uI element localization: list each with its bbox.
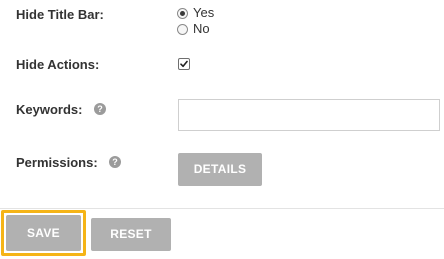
keywords-help-icon[interactable]: ? <box>94 103 106 115</box>
permissions-help-icon[interactable]: ? <box>109 156 121 168</box>
hide-actions-label: Hide Actions: <box>16 57 100 72</box>
keywords-label: Keywords: <box>16 102 83 117</box>
details-button[interactable]: DETAILS <box>178 153 262 186</box>
radio-no-label[interactable]: No <box>193 22 210 36</box>
checkmark-icon <box>180 60 188 68</box>
permissions-label: Permissions: <box>16 155 98 170</box>
hide-title-bar-label: Hide Title Bar: <box>16 7 104 22</box>
hide-title-bar-no-option[interactable]: No <box>177 22 210 36</box>
keywords-input[interactable] <box>178 99 440 131</box>
save-button[interactable]: SAVE <box>6 215 81 251</box>
hide-title-bar-yes-option[interactable]: Yes <box>177 6 214 20</box>
reset-button[interactable]: RESET <box>91 218 171 251</box>
radio-yes[interactable] <box>177 7 188 19</box>
radio-no[interactable] <box>177 23 188 35</box>
hide-actions-checkbox[interactable] <box>178 58 190 70</box>
radio-yes-label[interactable]: Yes <box>193 6 214 20</box>
footer-divider <box>0 208 444 209</box>
